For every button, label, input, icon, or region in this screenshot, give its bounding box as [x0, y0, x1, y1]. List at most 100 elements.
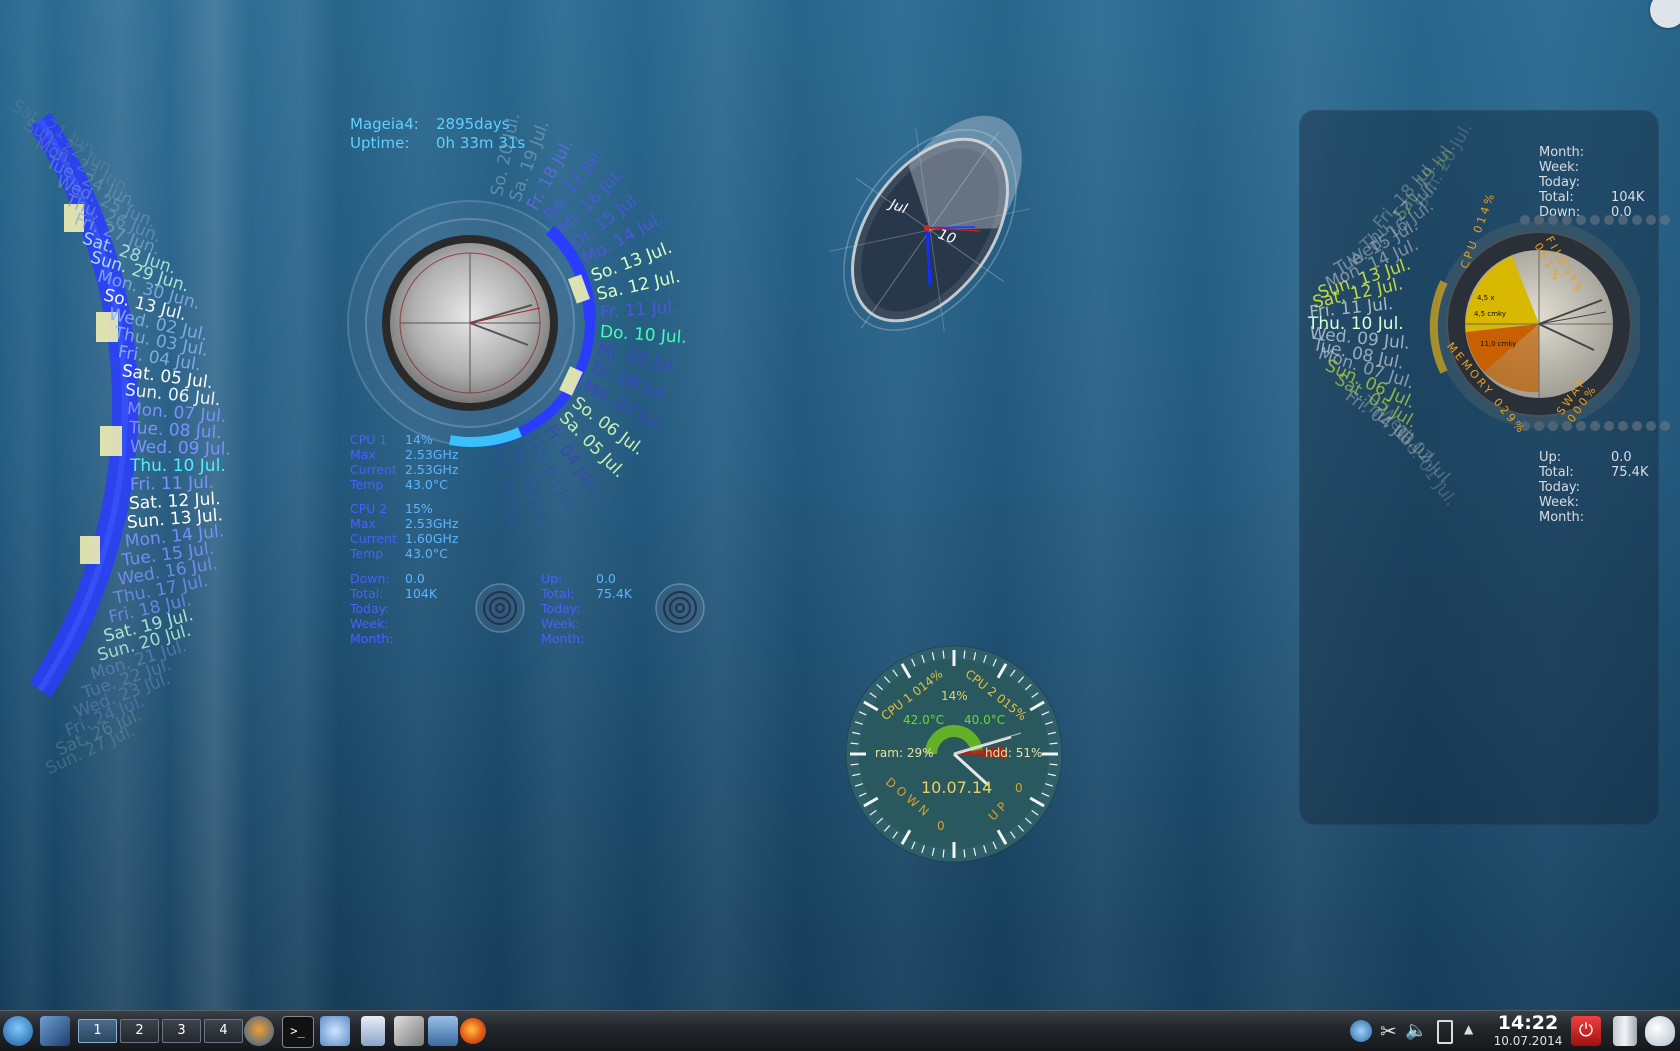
cpu1-max-label: Max — [350, 447, 376, 462]
rp-total-value: 104K — [1611, 190, 1645, 205]
ellipse-clock-widget: Jul 10 — [820, 95, 1040, 365]
cpu2-max: 2.53GHz — [405, 516, 459, 531]
net-up-week-label: Week: — [541, 616, 580, 631]
workspace-2[interactable]: 2 — [120, 1019, 159, 1043]
power-icon[interactable]: ⏻ — [1571, 1016, 1601, 1046]
rp-up-week-label: Week: — [1539, 495, 1579, 510]
browser-icon[interactable] — [244, 1016, 274, 1046]
workspace-4[interactable]: 4 — [204, 1019, 243, 1043]
cpu1-load: 14% — [405, 432, 433, 447]
net-down-radar-icon — [475, 583, 525, 633]
right-ring-gauge-svg — [1429, 220, 1643, 428]
gauge-tick — [963, 849, 966, 858]
cpu1-temp: 43.0°C — [405, 477, 448, 492]
right-down-stats: Month: Week: Today: Total: 104K Down: 0.0 — [1539, 145, 1644, 220]
net-down-today-label: Today: — [350, 601, 390, 616]
gauge-cpu-total: 14% — [941, 689, 968, 703]
pie-label-3: 11,0 cmky — [1480, 340, 1517, 348]
taskbar: 1234 >_ ✂ 🔈 ▲ ⏻ — [0, 1010, 1680, 1051]
pie-label-1: 4,5 x — [1477, 294, 1495, 302]
gauge-temp1: 42.0°C — [903, 713, 945, 727]
net-down-value: 0.0 — [405, 571, 425, 586]
workspace-3[interactable]: 3 — [162, 1019, 201, 1043]
kde-icon[interactable] — [320, 1016, 350, 1046]
kde-menu-icon[interactable] — [3, 1016, 33, 1046]
taskbar-clock-date[interactable]: 10.07.2014 — [1488, 1034, 1568, 1048]
battery-icon[interactable] — [1437, 1020, 1453, 1044]
net-up-label: Up: — [541, 571, 563, 586]
tools-icon[interactable] — [394, 1016, 424, 1046]
cpu2-name: CPU 2 — [350, 501, 388, 516]
panel-dot — [1660, 421, 1670, 431]
rp-up-label: Up: — [1539, 450, 1562, 465]
net-up-value: 0.0 — [596, 571, 616, 586]
net-down-total-label: Total: — [350, 586, 384, 601]
net-up-month-label: Month: — [541, 631, 585, 646]
rp-week-label: Week: — [1539, 160, 1579, 175]
net-up-today-label: Today: — [541, 601, 581, 616]
workspace-1[interactable]: 1 — [78, 1019, 117, 1043]
cpu-info: CPU 1 14% Max 2.53GHz Current 2.53GHz Temp 4… — [350, 432, 458, 561]
cpu2-max-label: Max — [350, 516, 376, 531]
right-up-stats: Up: 0.0 Total: 75.4K Today: Week: Month: — [1539, 450, 1648, 525]
trash-icon[interactable] — [1613, 1016, 1637, 1046]
rp-up-month-label: Month: — [1539, 510, 1585, 525]
network-up-stats: Up: 0.0 Total: 75.4K Today: Week: Month: — [541, 571, 632, 646]
network-down-stats: Down: 0.0 Total: 104K Today: Week: Month: — [350, 571, 437, 646]
cpu1-temp-label: Temp — [350, 477, 384, 492]
tray-expand-icon[interactable]: ▲ — [1464, 1022, 1473, 1036]
gauge-date: 10.07.14 — [921, 778, 993, 797]
cpu2-temp: 43.0°C — [405, 546, 448, 561]
cpu1-current-label: Current — [350, 462, 397, 477]
rp-up-total-value: 75.4K — [1611, 465, 1649, 480]
gauge-temp2: 40.0°C — [964, 713, 1006, 727]
cpu1-max: 2.53GHz — [405, 447, 459, 462]
workspace-pager: 1234 — [78, 1019, 243, 1043]
rp-up-today-label: Today: — [1539, 480, 1581, 495]
firefox-icon[interactable] — [460, 1018, 486, 1044]
scissors-icon[interactable]: ✂ — [1380, 1019, 1397, 1043]
gauge-ram-label: ram: 29% — [875, 746, 934, 760]
rp-month-label: Month: — [1539, 145, 1585, 160]
rp-total-label: Total: — [1539, 190, 1574, 205]
panel-dot — [1646, 421, 1656, 431]
cpu1-current: 2.53GHz — [405, 462, 459, 477]
cpu2-current-label: Current — [350, 531, 397, 546]
gauge-up-value: 0 — [1015, 781, 1023, 795]
gauge-hdd-label: hdd: 51% — [985, 746, 1043, 760]
network-icon[interactable] — [1350, 1020, 1372, 1042]
rp-up-total-label: Total: — [1539, 465, 1574, 480]
distro-label: Mageia4: — [350, 115, 419, 133]
document-icon[interactable] — [361, 1016, 385, 1046]
volume-icon[interactable]: 🔈 — [1405, 1020, 1427, 1041]
panel-dot — [1660, 215, 1670, 225]
cpu2-temp-label: Temp — [350, 546, 384, 561]
gauge-tick — [942, 650, 945, 659]
net-up-total-label: Total: — [541, 586, 575, 601]
panel-dot — [1646, 215, 1656, 225]
gauge-tick — [1049, 763, 1058, 766]
pie-label-2: 4,5 cmky — [1474, 310, 1506, 318]
net-down-total: 104K — [405, 586, 438, 601]
distro-days: 2895days — [436, 115, 510, 133]
terminal-icon[interactable]: >_ — [282, 1016, 314, 1048]
gauge-tick — [850, 763, 859, 766]
taskbar-clock-time[interactable]: 14:22 — [1488, 1012, 1568, 1034]
network-tool-icon[interactable] — [428, 1016, 458, 1046]
rp-up-value: 0.0 — [1611, 450, 1632, 465]
desktop: Sat. 21 Jun. Sun. 22 Jun. Mon. 23 Jun. Tue.… — [0, 0, 1680, 1010]
net-down-month-label: Month: — [350, 631, 394, 646]
left-calendar-arc: Sat. 21 Jun. Sun. 22 Jun. Mon. 23 Jun. Tue.… — [0, 0, 280, 779]
cpu1-name: CPU 1 — [350, 432, 388, 447]
right-ring-gauge: CPU 014% FILESYS 051% MEMORY 029% SWAP 0… — [1424, 190, 1643, 438]
show-desktop-icon[interactable] — [40, 1016, 70, 1046]
cpu2-current: 1.60GHz — [405, 531, 459, 546]
desktop-toolbox-button[interactable] — [1650, 0, 1680, 28]
cpu2-load: 15% — [405, 501, 433, 516]
uptime-label: Uptime: — [350, 134, 410, 152]
net-down-label: Down: — [350, 571, 390, 586]
net-up-total: 75.4K — [596, 586, 633, 601]
ellipse-clock — [829, 115, 1031, 332]
gauge-tick — [850, 742, 859, 745]
weather-icon[interactable] — [1645, 1016, 1675, 1046]
